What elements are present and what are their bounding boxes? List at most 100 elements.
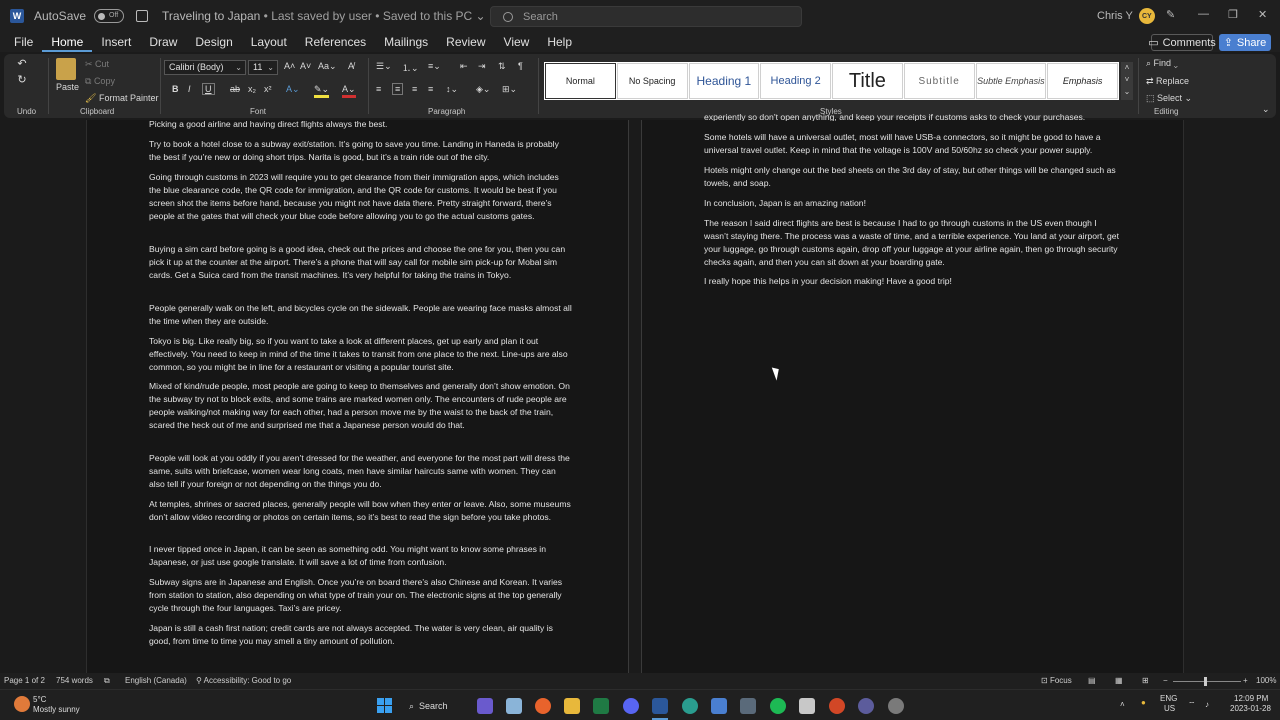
clock-date[interactable]: 2023-01-28 [1230, 704, 1271, 714]
discord-icon[interactable] [623, 698, 639, 714]
find-button[interactable]: ⌕ Find ⌄ [1146, 58, 1178, 69]
spotify-icon[interactable] [770, 698, 786, 714]
close-button[interactable]: ✕ [1258, 8, 1267, 21]
line-spacing-button[interactable]: ↕⌄ [446, 84, 458, 95]
word-icon[interactable] [652, 698, 668, 714]
language-top[interactable]: ENG [1160, 694, 1177, 704]
paragraph[interactable]: Japan is still a cash first nation; cred… [149, 622, 573, 648]
italic-button[interactable]: I [188, 84, 191, 94]
tab-mailings[interactable]: Mailings [375, 35, 437, 52]
borders-button[interactable]: ⊞⌄ [502, 84, 517, 95]
paragraph[interactable]: Tokyo is big. Like really big, so if you… [149, 335, 573, 374]
share-button[interactable]: ⇪ Share [1219, 34, 1271, 51]
volume-icon[interactable]: ♪ [1205, 700, 1209, 710]
search-input[interactable]: Search [490, 6, 802, 27]
zoom-slider-thumb[interactable] [1204, 677, 1207, 686]
style-emphasis[interactable]: Emphasis [1047, 63, 1118, 99]
word-count[interactable]: 754 words [56, 676, 93, 685]
tab-view[interactable]: View [495, 35, 539, 52]
document-title[interactable]: Traveling to Japan • Last saved by user … [162, 9, 486, 23]
style-heading-1[interactable]: Heading 1 [688, 63, 760, 99]
paragraph[interactable]: Try to book a hotel close to a subway ex… [149, 138, 573, 164]
paragraph[interactable]: People generally walk on the left, and b… [149, 302, 573, 328]
grow-font-button[interactable]: A˄ [284, 61, 295, 71]
paragraph[interactable]: I never tipped once in Japan, it can be … [149, 543, 573, 569]
replace-button[interactable]: ⇄ Replace [1146, 76, 1189, 87]
paragraph[interactable]: Mixed of kind/rude people, most people a… [149, 380, 573, 432]
copy-button[interactable]: ⧉ Copy [85, 76, 115, 87]
language-indicator[interactable]: English (Canada) [125, 676, 187, 685]
style-subtitle[interactable]: Subtitle [903, 63, 975, 99]
styles-more-button[interactable]: ˄ ˅ ⌄ [1121, 62, 1133, 100]
excel-icon[interactable] [593, 698, 609, 714]
paste-icon[interactable] [56, 58, 76, 80]
tab-file[interactable]: File [5, 35, 42, 52]
paragraph[interactable]: People will look at you oddly if you are… [149, 452, 573, 491]
edge-icon[interactable] [682, 698, 698, 714]
style-title[interactable]: Title [832, 63, 903, 99]
format-painter-button[interactable]: 🖌 Format Painter [85, 93, 158, 104]
zoom-out-button[interactable]: − [1163, 676, 1168, 685]
style-normal[interactable]: Normal [545, 63, 616, 99]
underline-button[interactable]: U [202, 83, 215, 95]
paragraph[interactable]: The reason I said direct flights are bes… [704, 217, 1122, 269]
page-count[interactable]: Page 1 of 2 [4, 676, 45, 685]
paragraph[interactable]: experiently so don’t open anything, and … [704, 111, 1122, 121]
print-layout-icon[interactable]: ▦ [1115, 676, 1123, 685]
zoom-in-button[interactable]: + [1243, 676, 1248, 685]
align-right-button[interactable]: ≡ [412, 84, 417, 94]
proofing-icon[interactable]: ⧉ [104, 676, 110, 686]
accessibility-status[interactable]: ⚲ Accessibility: Good to go [196, 676, 291, 685]
tab-layout[interactable]: Layout [242, 35, 296, 52]
restore-button[interactable]: ❐ [1228, 8, 1238, 21]
tab-draw[interactable]: Draw [140, 35, 186, 52]
wifi-icon[interactable]: ⌔ [1188, 700, 1196, 710]
language-bottom[interactable]: US [1164, 704, 1175, 714]
decrease-indent-button[interactable]: ⇤ [460, 61, 468, 72]
bold-button[interactable]: B [172, 84, 179, 94]
comments-button[interactable]: ▭ Comments [1148, 34, 1216, 51]
shading-button[interactable]: ◈⌄ [476, 84, 490, 95]
tab-references[interactable]: References [296, 35, 375, 52]
numbering-button[interactable]: ⒈⌄ [402, 61, 419, 74]
shrink-font-button[interactable]: A˅ [300, 61, 311, 71]
weather-temp[interactable]: 5°C [33, 695, 46, 705]
notepad-icon[interactable] [711, 698, 727, 714]
chrome-icon[interactable] [888, 698, 904, 714]
bullets-button[interactable]: ☰⌄ [376, 61, 392, 72]
tray-overflow-icon[interactable]: ˄ [1120, 700, 1125, 710]
file-explorer-icon[interactable] [564, 698, 580, 714]
style-no-spacing[interactable]: No Spacing [616, 63, 688, 99]
font-color-button[interactable]: A⌄ [342, 84, 356, 98]
change-case-button[interactable]: Aa⌄ [318, 61, 337, 72]
select-button[interactable]: ⬚ Select ⌄ [1146, 93, 1192, 104]
focus-button[interactable]: ⊡ Focus [1041, 676, 1072, 685]
font-family-select[interactable]: Calibri (Body) ⌄ [164, 60, 246, 75]
teams-chat-icon[interactable] [477, 698, 493, 714]
style-heading-2[interactable]: Heading 2 [760, 63, 831, 99]
text-effects-button[interactable]: A⌄ [286, 84, 300, 95]
multilevel-list-button[interactable]: ≡⌄ [428, 61, 441, 72]
justify-button[interactable]: ≡ [428, 84, 433, 94]
user-account[interactable]: Chris Y CY [1097, 8, 1155, 24]
powerpoint-icon[interactable] [829, 698, 845, 714]
tab-review[interactable]: Review [437, 35, 494, 52]
tab-help[interactable]: Help [538, 35, 581, 52]
tab-design[interactable]: Design [186, 35, 241, 52]
style-subtle-emphasis[interactable]: Subtle Emphasis [975, 63, 1047, 99]
cut-button[interactable]: ✂ Cut [85, 59, 109, 70]
browser-icon[interactable] [858, 698, 874, 714]
photos-icon[interactable] [506, 698, 522, 714]
subscript-button[interactable]: x₂ [248, 84, 256, 94]
clock-time[interactable]: 12:09 PM [1234, 694, 1268, 704]
superscript-button[interactable]: x² [264, 84, 272, 94]
redo-icon[interactable]: ↻ [16, 74, 28, 86]
web-layout-icon[interactable]: ⊞ [1142, 676, 1149, 685]
paragraph[interactable]: Picking a good airline and having direct… [149, 118, 573, 131]
microphone-icon[interactable]: ● [1141, 698, 1146, 708]
calculator-icon[interactable] [740, 698, 756, 714]
paragraph[interactable]: Some hotels will have a universal outlet… [704, 131, 1122, 157]
align-center-button[interactable]: ≡ [392, 83, 404, 95]
snipping-tool-icon[interactable] [799, 698, 815, 714]
align-left-button[interactable]: ≡ [376, 84, 381, 94]
